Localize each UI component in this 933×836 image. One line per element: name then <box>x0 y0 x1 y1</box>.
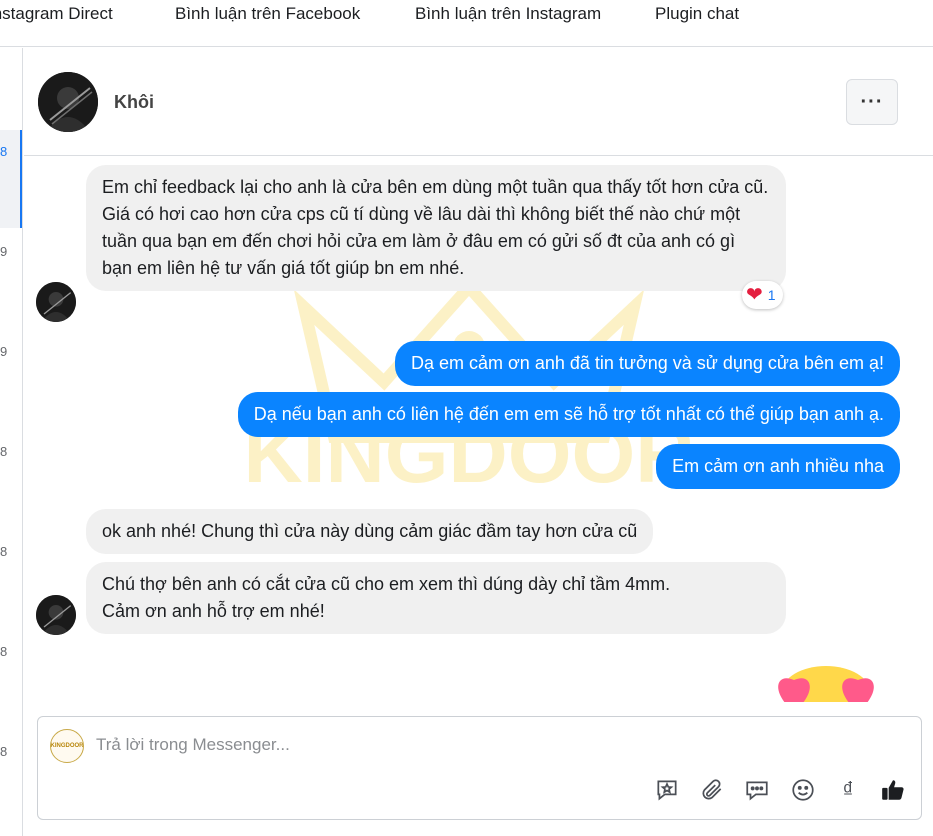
more-options-button[interactable]: ··· <box>846 79 898 125</box>
sender-avatar <box>36 282 76 322</box>
sender-avatar <box>36 595 76 635</box>
thread-time: 8 <box>0 144 8 159</box>
message-reaction[interactable]: ❤ 1 <box>742 281 783 309</box>
conversation-header: Khôi ··· <box>24 48 933 156</box>
quick-reply-button[interactable] <box>742 775 772 805</box>
thread-time: 9 <box>0 244 8 259</box>
smiley-icon <box>792 779 814 801</box>
dong-icon: ₫ <box>842 777 854 802</box>
incoming-message: Chú thợ bên anh có cắt cửa cũ cho em xem… <box>86 562 786 634</box>
message-list: KINGDOOR Em chỉ feedback lại cho anh là … <box>24 157 933 702</box>
attach-file-button[interactable] <box>697 775 727 805</box>
thread-time: 8 <box>0 744 8 759</box>
contact-name: Khôi <box>114 92 154 112</box>
thread-time: 8 <box>0 444 8 459</box>
emoji-button[interactable] <box>788 775 818 805</box>
outgoing-message: Em cảm ơn anh nhiều nha <box>656 444 900 489</box>
paperclip-icon <box>702 779 722 800</box>
outgoing-message: Dạ em cảm ơn anh đã tin tưởng và sử dụng… <box>394 341 900 386</box>
contact-avatar[interactable] <box>38 72 98 132</box>
tab-facebook-comments[interactable]: Bình luận trên Facebook <box>175 4 360 24</box>
thumbs-up-icon <box>882 780 904 800</box>
thread-list: 8 9 9 8 8 8 8 <box>0 48 23 836</box>
thread-time: 9 <box>0 344 8 359</box>
incoming-message: Em chỉ feedback lại cho anh là cửa bên e… <box>86 165 786 291</box>
reply-input[interactable] <box>96 733 896 757</box>
heart-icon: ❤ <box>746 284 763 306</box>
like-button[interactable] <box>878 775 908 805</box>
reaction-count: 1 <box>767 287 776 303</box>
thread-time: 8 <box>0 644 8 659</box>
tab-instagram-direct[interactable]: Instagram Direct <box>0 4 113 24</box>
thread-time: 8 <box>0 544 8 559</box>
saved-reply-icon <box>657 780 677 801</box>
hearts-sticker <box>778 666 874 702</box>
channel-tab-bar: Instagram Direct Bình luận trên Facebook… <box>0 0 933 47</box>
incoming-message: ok anh nhé! Chung thì cửa này dùng cảm g… <box>86 509 654 554</box>
outgoing-message: Dạ nếu bạn anh có liên hệ đến em em sẽ h… <box>237 392 900 437</box>
message-composer: KINGDOOR ₫ <box>37 716 922 820</box>
chat-bubble-icon <box>746 781 768 801</box>
more-icon: ··· <box>860 90 884 113</box>
saved-reply-button[interactable] <box>652 775 682 805</box>
tab-plugin-chat[interactable]: Plugin chat <box>655 4 739 24</box>
page-logo-text: KINGDOOR <box>50 743 84 749</box>
payment-button[interactable]: ₫ <box>833 775 863 805</box>
page-avatar: KINGDOOR <box>50 729 84 763</box>
tab-instagram-comments[interactable]: Bình luận trên Instagram <box>415 4 601 24</box>
